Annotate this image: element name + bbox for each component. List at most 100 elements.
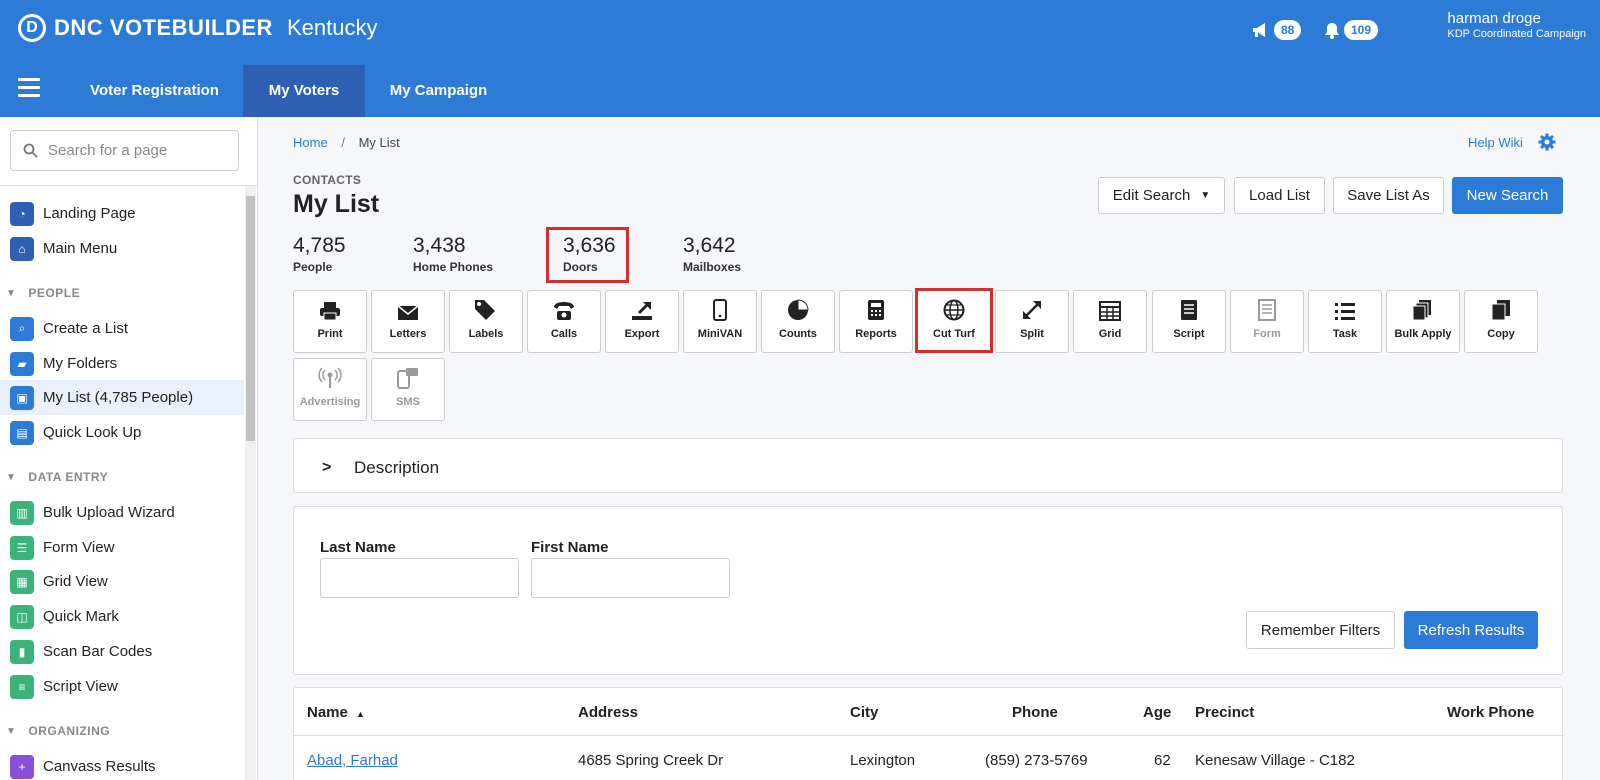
copy-icon bbox=[1491, 300, 1510, 321]
sidebar-item-bulk-upload-wizard[interactable]: ▥ Bulk Upload Wizard bbox=[0, 495, 244, 530]
load-list-button[interactable]: Load List bbox=[1234, 177, 1325, 214]
sidebar-item-scan-bar-codes[interactable]: ▮ Scan Bar Codes bbox=[0, 634, 244, 669]
tool-label: SMS bbox=[396, 396, 420, 408]
open-book-icon: ◫ bbox=[10, 604, 34, 629]
edit-search-button[interactable]: Edit Search ▼ bbox=[1098, 177, 1225, 214]
sidebar-section-data-entry[interactable]: ▼ DATA ENTRY bbox=[0, 462, 244, 492]
page-title: My List bbox=[293, 190, 380, 218]
search-icon bbox=[23, 143, 38, 158]
breadcrumb: Home / My List bbox=[293, 135, 400, 150]
phone-icon bbox=[554, 302, 574, 320]
table-cell-name-link[interactable]: Abad, Farhad bbox=[307, 752, 398, 769]
tool-counts[interactable]: Counts bbox=[761, 290, 835, 353]
sidebar-item-my-list[interactable]: ▣ My List (4,785 People) bbox=[0, 380, 244, 415]
tool-label: Bulk Apply bbox=[1394, 328, 1452, 340]
refresh-results-button[interactable]: Refresh Results bbox=[1404, 611, 1538, 649]
save-list-as-button[interactable]: Save List As bbox=[1333, 177, 1444, 214]
stat-value: 3,438 bbox=[413, 234, 466, 257]
user-menu[interactable]: harman droge KDP Coordinated Campaign bbox=[1447, 10, 1586, 40]
export-icon bbox=[632, 301, 652, 320]
dnc-logo-icon: D bbox=[18, 14, 46, 42]
search-placeholder: Search for a page bbox=[48, 142, 168, 159]
sidebar-item-quick-mark[interactable]: ◫ Quick Mark bbox=[0, 599, 244, 634]
list-icon bbox=[1335, 303, 1355, 320]
sidebar-item-grid-view[interactable]: ▦ Grid View bbox=[0, 564, 244, 599]
help-wiki-link[interactable]: Help Wiki bbox=[1468, 135, 1523, 150]
tool-print[interactable]: Print bbox=[293, 290, 367, 353]
tab-my-campaign[interactable]: My Campaign bbox=[365, 65, 512, 117]
tool-label: MiniVAN bbox=[697, 328, 743, 340]
tool-form[interactable]: Form bbox=[1230, 290, 1304, 353]
column-header-phone[interactable]: Phone bbox=[1012, 704, 1058, 721]
tab-my-voters[interactable]: My Voters bbox=[243, 65, 365, 117]
bell-icon bbox=[1325, 22, 1339, 39]
tool-letters[interactable]: Letters bbox=[371, 290, 445, 353]
tab-voter-registration[interactable]: Voter Registration bbox=[66, 65, 243, 117]
tool-bulk-apply[interactable]: Bulk Apply bbox=[1386, 290, 1460, 353]
calculator-icon bbox=[868, 300, 884, 320]
sidebar-item-my-folders[interactable]: ▰ My Folders bbox=[0, 346, 244, 381]
first-name-field[interactable] bbox=[531, 558, 730, 598]
tool-task[interactable]: Task bbox=[1308, 290, 1382, 353]
folder-icon: ▰ bbox=[10, 351, 34, 376]
column-header-city[interactable]: City bbox=[850, 704, 878, 721]
column-header-name[interactable]: Name ▲ bbox=[307, 704, 365, 721]
sidebar-scrollbar[interactable] bbox=[245, 186, 256, 780]
column-header-address[interactable]: Address bbox=[578, 704, 638, 721]
sidebar-item-form-view[interactable]: ☰ Form View bbox=[0, 530, 244, 565]
last-name-field[interactable] bbox=[320, 558, 519, 598]
remember-filters-button[interactable]: Remember Filters bbox=[1246, 611, 1395, 649]
column-header-precinct[interactable]: Precinct bbox=[1195, 704, 1254, 721]
notifications-button[interactable]: 109 bbox=[1324, 20, 1379, 40]
tool-minivan[interactable]: MiniVAN bbox=[683, 290, 757, 353]
table-cell-address: 4685 Spring Creek Dr bbox=[578, 752, 724, 769]
description-title: Description bbox=[354, 458, 440, 477]
hamburger-menu-icon[interactable] bbox=[18, 78, 40, 102]
tool-label: Counts bbox=[779, 328, 817, 340]
tool-advertising[interactable]: Advertising bbox=[293, 358, 367, 421]
tool-export[interactable]: Export bbox=[605, 290, 679, 353]
announcements-button[interactable]: 88 bbox=[1252, 20, 1302, 40]
breadcrumb-current: My List bbox=[358, 135, 400, 150]
search-icon: ⌕ bbox=[10, 316, 34, 341]
filters-panel: Last Name First Name Remember Filters Re… bbox=[293, 506, 1563, 675]
breadcrumb-home-link[interactable]: Home bbox=[293, 135, 328, 150]
scrollbar-thumb[interactable] bbox=[246, 196, 255, 441]
section-label: PEOPLE bbox=[28, 286, 81, 300]
page-search-input[interactable]: Search for a page bbox=[10, 130, 239, 171]
book-icon: ▥ bbox=[10, 500, 34, 525]
table-cell-phone: (859) 273-5769 bbox=[985, 752, 1088, 769]
tool-calls[interactable]: Calls bbox=[527, 290, 601, 353]
sidebar-item-label: Landing Page bbox=[43, 205, 136, 222]
stat-people: 4,785 People bbox=[293, 234, 346, 274]
brand[interactable]: D DNC VOTEBUILDER Kentucky bbox=[18, 14, 377, 42]
tool-script[interactable]: Script bbox=[1152, 290, 1226, 353]
tool-copy[interactable]: Copy bbox=[1464, 290, 1538, 353]
sidebar-item-landing-page[interactable]: ◔ Landing Page bbox=[0, 196, 244, 231]
tool-reports[interactable]: Reports bbox=[839, 290, 913, 353]
sidebar-item-script-view[interactable]: ≡ Script View bbox=[0, 669, 244, 704]
user-name: harman droge bbox=[1447, 10, 1541, 27]
brand-name: DNC VOTEBUILDER bbox=[54, 15, 273, 40]
tool-labels[interactable]: Labels bbox=[449, 290, 523, 353]
tool-sms[interactable]: SMS bbox=[371, 358, 445, 421]
sidebar-section-organizing[interactable]: ▼ ORGANIZING bbox=[0, 716, 244, 746]
sidebar-item-quick-look-up[interactable]: ▤ Quick Look Up bbox=[0, 415, 244, 450]
tool-grid[interactable]: Grid bbox=[1073, 290, 1147, 353]
sidebar-item-label: Bulk Upload Wizard bbox=[43, 504, 175, 521]
description-panel[interactable]: > Description bbox=[293, 438, 1563, 493]
new-search-button[interactable]: New Search bbox=[1452, 177, 1563, 214]
results-table bbox=[293, 687, 1564, 780]
column-header-age[interactable]: Age bbox=[1143, 704, 1171, 721]
sidebar-section-people[interactable]: ▼ PEOPLE bbox=[0, 278, 244, 308]
sidebar-item-create-list[interactable]: ⌕ Create a List bbox=[0, 311, 244, 346]
tool-label: Export bbox=[624, 328, 660, 340]
sidebar-item-canvass-results[interactable]: + Canvass Results bbox=[0, 749, 244, 780]
stat-mailboxes: 3,642 Mailboxes bbox=[683, 234, 741, 274]
tool-split[interactable]: Split bbox=[995, 290, 1069, 353]
sidebar-item-main-menu[interactable]: ⌂ Main Menu bbox=[0, 231, 244, 266]
column-header-work-phone[interactable]: Work Phone bbox=[1447, 704, 1534, 721]
gear-icon[interactable] bbox=[1538, 133, 1556, 156]
tool-label: Task bbox=[1332, 328, 1358, 340]
top-header: D DNC VOTEBUILDER Kentucky 88 109 harman… bbox=[0, 0, 1600, 65]
